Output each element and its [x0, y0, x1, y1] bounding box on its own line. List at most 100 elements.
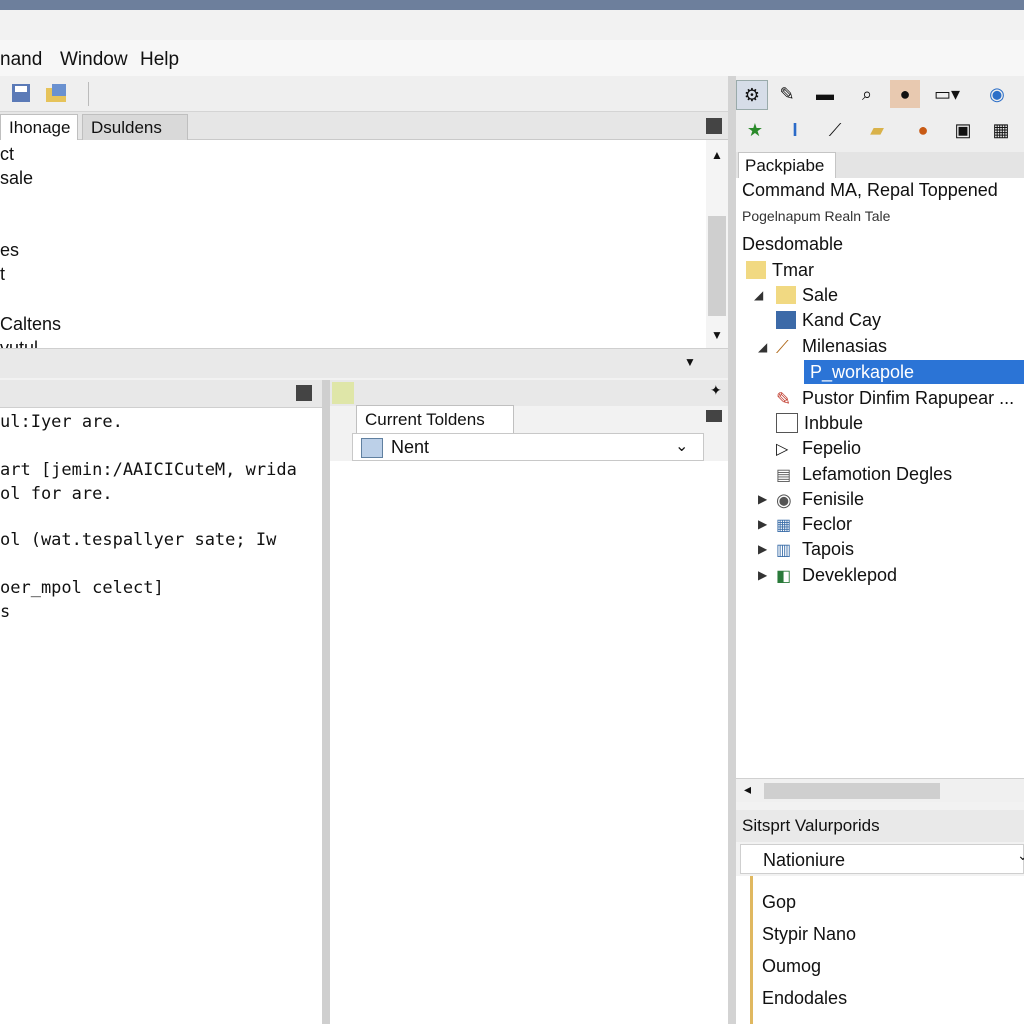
details-panel-title: Sitsprt Valurporids: [742, 816, 880, 835]
editor-vertical-scrollbar[interactable]: ▲ ▼: [706, 140, 728, 348]
tree-item[interactable]: Kand Cay: [776, 308, 881, 332]
scroll-thumb[interactable]: [708, 216, 726, 316]
stop-icon[interactable]: ●: [890, 80, 920, 108]
collapse-icon[interactable]: ◢: [758, 340, 767, 354]
command-line: ol for are.: [0, 484, 113, 504]
expand-icon[interactable]: ▶: [758, 517, 767, 531]
document-icon: ▤: [776, 467, 792, 484]
tree-item-label: Pustor Dinfim Rapupear ...: [802, 387, 1015, 408]
tree-item-label: Sale: [802, 284, 839, 305]
list-item[interactable]: Endodales: [762, 988, 847, 1009]
tree-item-label: Inbbule: [804, 412, 864, 433]
list-item[interactable]: Gop: [762, 892, 796, 913]
layout-icon[interactable]: ▭▾: [932, 80, 962, 108]
grid-icon[interactable]: [296, 385, 312, 401]
tree-item[interactable]: ▤ Lefamotion Degles: [776, 462, 952, 486]
tree-item[interactable]: ▦ Feclor: [776, 512, 852, 536]
current-folder-select[interactable]: Nent ⌄: [352, 433, 704, 461]
folder-icon: [776, 286, 796, 304]
pane-divider-right[interactable]: [728, 76, 736, 1024]
tree-item-label: Fenisile: [802, 488, 865, 509]
expand-icon[interactable]: ▶: [758, 542, 767, 556]
globe-icon[interactable]: ◉: [982, 80, 1012, 108]
tab-workspace[interactable]: Packpiabe: [738, 152, 836, 178]
details-list[interactable]: Gop Stypir Nano Oumog Endodales: [736, 876, 1024, 1024]
keyboard-icon[interactable]: ▬: [810, 80, 840, 108]
tab-current-folder[interactable]: Current Toldens: [356, 405, 514, 433]
tree-item-label: Lefamotion Degles: [802, 463, 953, 484]
current-folder-value: Nent: [391, 437, 430, 457]
window-icon[interactable]: ▣: [948, 116, 978, 144]
scroll-down-icon[interactable]: ▼: [711, 328, 723, 342]
tree-item[interactable]: ▥ Tapois: [776, 537, 854, 561]
tree-item[interactable]: ▷ Fepelio: [776, 436, 861, 460]
gear-icon[interactable]: ⚙: [736, 80, 768, 110]
workspace-section: Desdomable: [742, 234, 844, 254]
tree-item[interactable]: ⟋ Milenasias: [776, 334, 887, 358]
pin-icon[interactable]: ✦: [710, 382, 722, 399]
workspace-subheader: Pogelnapum Realn Tale: [742, 208, 891, 224]
current-folder-body[interactable]: [330, 461, 728, 1024]
chevron-down-icon[interactable]: ▼: [684, 355, 696, 369]
tree-item-label: Fepelio: [802, 437, 862, 458]
command-window[interactable]: ul:Iyer are. art [jemin:/AAICICuteM, wri…: [0, 408, 322, 1024]
workspace-horizontal-scrollbar[interactable]: ◂: [736, 778, 1024, 802]
workspace-tree[interactable]: Command MA, Repal Toppened Pogelnapum Re…: [736, 178, 1024, 778]
title-bar: [0, 0, 1024, 10]
tree-item-selected[interactable]: P_workapole: [804, 360, 1024, 384]
grid-view-icon[interactable]: ▦: [986, 116, 1016, 144]
folder-view-icon: [361, 438, 383, 458]
tab-editor-active[interactable]: Ihonage: [0, 114, 78, 140]
details-select[interactable]: Nationiure ⌄: [740, 844, 1024, 874]
tree-item[interactable]: ◧ Deveklepod: [776, 563, 897, 587]
folder-icon[interactable]: ▰: [862, 116, 892, 144]
tree-item-label: P_workapole: [810, 361, 915, 382]
editor-pane[interactable]: ct sale es t Caltens vutul: [0, 140, 706, 358]
list-item[interactable]: Stypir Nano: [762, 924, 856, 945]
chevron-down-icon[interactable]: ⌄: [675, 436, 688, 456]
tree-item-label: Kand Cay: [802, 309, 882, 330]
pencil-icon[interactable]: ✎: [772, 80, 802, 108]
scroll-thumb[interactable]: [764, 783, 940, 799]
workspace-header: Command MA, Repal Toppened: [742, 180, 998, 200]
panel-menu-icon[interactable]: [706, 410, 722, 422]
tree-item-label: Tapois: [802, 538, 855, 559]
package-icon: ▦: [776, 517, 792, 534]
collapse-icon[interactable]: ◢: [754, 288, 763, 302]
open-icon[interactable]: [42, 79, 72, 107]
maximize-icon[interactable]: [706, 118, 722, 134]
menu-command[interactable]: nand: [0, 49, 42, 71]
chart-icon: ▥: [776, 542, 792, 559]
tree-item[interactable]: Sale: [776, 283, 838, 307]
list-guide: [750, 876, 753, 1024]
tree-item-label: Milenasias: [802, 335, 888, 356]
save-icon[interactable]: [6, 79, 36, 107]
chevron-down-icon[interactable]: ⌄: [1017, 847, 1024, 864]
search-icon[interactable]: ⌕: [852, 80, 882, 108]
tree-item-label: Feclor: [802, 513, 853, 534]
tree-item[interactable]: Inbbule: [776, 411, 863, 435]
details-panel-header: Sitsprt Valurporids: [736, 810, 1024, 842]
brush-icon[interactable]: ⟋: [820, 116, 850, 144]
list-item[interactable]: Oumog: [762, 956, 821, 977]
scroll-up-icon[interactable]: ▲: [711, 148, 723, 162]
star-icon[interactable]: ★: [740, 116, 770, 144]
expand-icon[interactable]: ▶: [758, 492, 767, 506]
tree-item[interactable]: ✎ Pustor Dinfim Rapupear ...: [776, 386, 1014, 410]
tree-item[interactable]: ◉ Fenisile: [776, 487, 864, 511]
pane-divider[interactable]: [322, 380, 330, 1024]
tree-item[interactable]: Tmar: [746, 258, 814, 282]
details-select-value: Nationiure: [763, 850, 846, 870]
editor-line: t: [0, 264, 6, 284]
text-cursor-icon[interactable]: I: [780, 116, 810, 144]
command-window-header: [0, 380, 322, 408]
tab-editor-inactive[interactable]: Dsuldens: [82, 114, 188, 140]
command-line: s: [0, 602, 11, 622]
orb-icon[interactable]: ●: [908, 116, 938, 144]
folder-icon: [746, 261, 766, 279]
scroll-left-icon[interactable]: ◂: [744, 781, 751, 798]
module-icon: ◧: [776, 568, 792, 585]
expand-icon[interactable]: ▶: [758, 568, 767, 582]
menu-window[interactable]: Window: [60, 49, 128, 71]
menu-help[interactable]: Help: [140, 49, 179, 71]
